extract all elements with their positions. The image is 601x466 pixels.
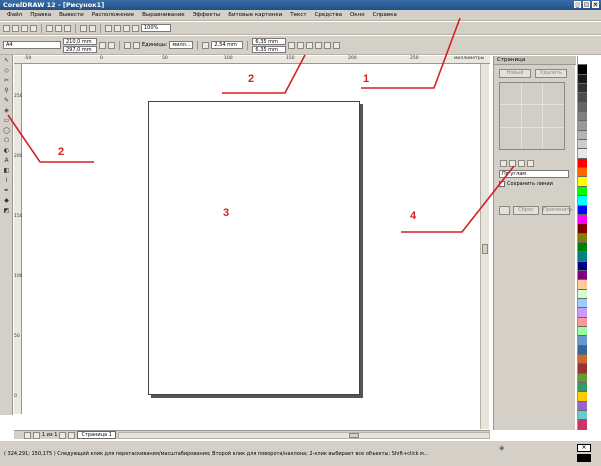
annotation-line-2-left bbox=[7, 114, 94, 163]
annotation-label-3: 3 bbox=[223, 207, 230, 219]
annotation-line-2-top bbox=[222, 54, 306, 94]
annotation-label-2-left: 2 bbox=[58, 146, 65, 158]
annotation-line-4 bbox=[401, 165, 515, 233]
annotation-line-1 bbox=[361, 17, 461, 89]
annotation-label-4: 4 bbox=[410, 210, 417, 222]
annotation-label-2-top: 2 bbox=[248, 73, 255, 85]
annotation-label-1: 1 bbox=[363, 73, 370, 85]
annotation-overlay bbox=[7, 17, 515, 233]
